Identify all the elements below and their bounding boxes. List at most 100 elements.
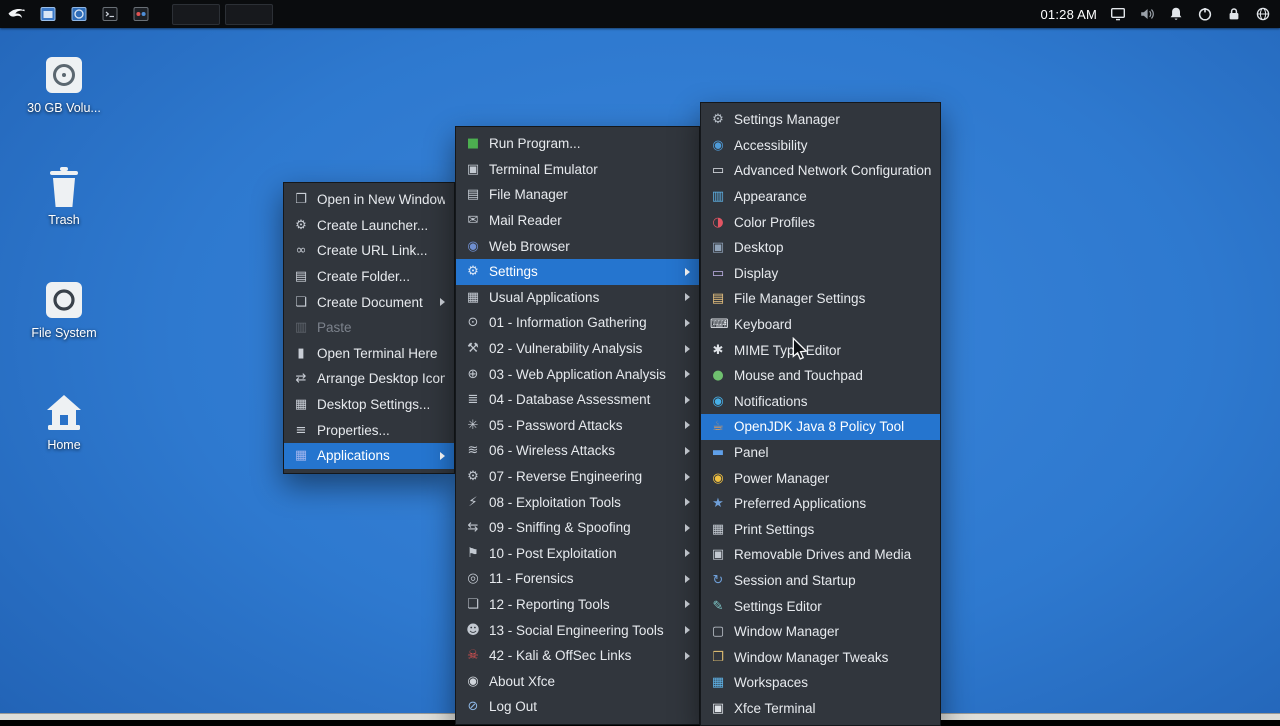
menu-item-window-manager[interactable]: ▢Window Manager <box>701 619 940 645</box>
menu-item-removable-drives-and-media[interactable]: ▣Removable Drives and Media <box>701 542 940 568</box>
reporting-tools-icon: ❏ <box>465 598 481 611</box>
menu-item-create-folder[interactable]: ▤Create Folder... <box>284 264 454 290</box>
menu-item-workspaces[interactable]: ▦Workspaces <box>701 670 940 696</box>
menu-item-label: 11 - Forensics <box>489 571 679 586</box>
panel-clock[interactable]: 01:28 AM <box>1040 7 1097 22</box>
file-system-drive-icon <box>42 277 86 323</box>
menu-item-13-social-engineering-tools[interactable]: ☻13 - Social Engineering Tools <box>456 617 699 643</box>
menu-item-05-password-attacks[interactable]: ✳05 - Password Attacks <box>456 413 699 439</box>
menu-item-label: Log Out <box>489 699 690 714</box>
menu-item-02-vulnerability-analysis[interactable]: ⚒02 - Vulnerability Analysis <box>456 336 699 362</box>
menu-item-open-terminal-here[interactable]: ▮Open Terminal Here <box>284 341 454 367</box>
menu-item-open-in-new-window[interactable]: ❐Open in New Window <box>284 187 454 213</box>
menu-item-log-out[interactable]: ⊘Log Out <box>456 694 699 720</box>
notifications-bell-icon[interactable] <box>1168 6 1184 22</box>
menu-item-04-database-assessment[interactable]: ≣04 - Database Assessment <box>456 387 699 413</box>
menu-item-terminal-emulator[interactable]: ▣ Terminal Emulator <box>456 157 699 183</box>
menu-item-session-and-startup[interactable]: ↻Session and Startup <box>701 568 940 594</box>
menu-item-web-browser[interactable]: ◉Web Browser <box>456 233 699 259</box>
menu-item-power-manager[interactable]: ◉Power Manager <box>701 465 940 491</box>
web-browser-launcher-icon[interactable] <box>69 4 89 24</box>
menu-item-print-settings[interactable]: ▦Print Settings <box>701 517 940 543</box>
web-application-analysis-icon: ⊕ <box>465 368 481 381</box>
top-panel: 01:28 AM <box>0 0 1280 28</box>
menu-item-10-post-exploitation[interactable]: ⚑10 - Post Exploitation <box>456 541 699 567</box>
menu-item-file-manager[interactable]: ▤File Manager <box>456 182 699 208</box>
menu-item-settings-manager[interactable]: ⚙Settings Manager <box>701 107 940 133</box>
menu-item-create-launcher[interactable]: ⚙Create Launcher... <box>284 213 454 239</box>
volume-icon[interactable] <box>1139 6 1155 22</box>
desktop-icon-home[interactable]: Home <box>20 389 108 452</box>
menu-item-label: Mail Reader <box>489 213 690 228</box>
menu-item-usual-applications[interactable]: ▦Usual Applications <box>456 285 699 311</box>
workspaces-icon: ▦ <box>710 676 726 689</box>
menu-item-settings-editor[interactable]: ✎Settings Editor <box>701 593 940 619</box>
terminal-launcher-icon[interactable] <box>100 4 120 24</box>
menu-item-display[interactable]: ▭Display <box>701 261 940 287</box>
taskbar-window-2[interactable] <box>225 4 273 25</box>
menu-item-create-document[interactable]: ❏Create Document <box>284 289 454 315</box>
menu-item-keyboard[interactable]: ⌨Keyboard <box>701 312 940 338</box>
menu-item-label: Terminal Emulator <box>489 162 690 177</box>
submenu-arrow-icon <box>685 652 690 660</box>
menu-item-mail-reader[interactable]: ✉Mail Reader <box>456 208 699 234</box>
menu-item-label: Arrange Desktop Icons <box>317 371 445 386</box>
menu-item-11-forensics[interactable]: ◎ 11 - Forensics <box>456 566 699 592</box>
network-globe-icon[interactable] <box>1255 6 1271 22</box>
menu-item-advanced-network-configuration[interactable]: ▭Advanced Network Configuration <box>701 158 940 184</box>
taskbar-window-1[interactable] <box>172 4 220 25</box>
menu-item-color-profiles[interactable]: ◑Color Profiles <box>701 209 940 235</box>
power-icon[interactable] <box>1197 6 1213 22</box>
menu-item-properties[interactable]: ≡ Properties... <box>284 417 454 443</box>
desktop-icon-30gb-volume[interactable]: 30 GB Volu... <box>20 52 108 115</box>
run-program-icon: ■ <box>465 137 481 150</box>
menu-item-panel[interactable]: ▬Panel <box>701 440 940 466</box>
menu-item-mouse-and-touchpad[interactable]: ●Mouse and Touchpad <box>701 363 940 389</box>
menu-item-openjdk-java-8-policy-tool[interactable]: ☕OpenJDK Java 8 Policy Tool <box>701 414 940 440</box>
menu-item-applications[interactable]: ▦Applications <box>284 443 454 469</box>
menu-item-12-reporting-tools[interactable]: ❏12 - Reporting Tools <box>456 592 699 618</box>
menu-item-desktop[interactable]: ▣Desktop <box>701 235 940 261</box>
text-editor-launcher-icon[interactable] <box>131 4 151 24</box>
submenu-arrow-icon <box>685 549 690 557</box>
menu-item-label: 01 - Information Gathering <box>489 315 679 330</box>
password-attacks-icon: ✳ <box>465 419 481 432</box>
menu-item-arrange-desktop-icons[interactable]: ⇄Arrange Desktop Icons <box>284 366 454 392</box>
lock-icon[interactable] <box>1226 6 1242 22</box>
menu-item-notifications[interactable]: ◉Notifications <box>701 389 940 415</box>
menu-item-file-manager-settings[interactable]: ▤File Manager Settings <box>701 286 940 312</box>
menu-item-01-information-gathering[interactable]: ⊙01 - Information Gathering <box>456 310 699 336</box>
menu-item-08-exploitation-tools[interactable]: ⚡08 - Exploitation Tools <box>456 489 699 515</box>
display-icon[interactable] <box>1110 6 1126 22</box>
menu-item-about-xfce[interactable]: ◉About Xfce <box>456 668 699 694</box>
menu-item-mime-type-editor[interactable]: ✱MIME Type Editor <box>701 337 940 363</box>
menu-item-appearance[interactable]: ▥Appearance <box>701 184 940 210</box>
properties-icon: ≡ <box>293 424 309 437</box>
menu-item-42-kali-offsec-links[interactable]: ☠42 - Kali & OffSec Links <box>456 643 699 669</box>
desktop-icon-file-system[interactable]: File System <box>20 277 108 340</box>
menu-item-xfce-terminal[interactable]: ▣Xfce Terminal <box>701 696 940 722</box>
terminal-emulator-icon: ▣ <box>465 163 481 176</box>
file-manager-icon: ▤ <box>465 188 481 201</box>
file-manager-launcher-icon[interactable] <box>38 4 58 24</box>
menu-item-07-reverse-engineering[interactable]: ⚙07 - Reverse Engineering <box>456 464 699 490</box>
menu-item-run-program[interactable]: ■Run Program... <box>456 131 699 157</box>
menu-item-label: Properties... <box>317 423 445 438</box>
desktop-icon-trash[interactable]: Trash <box>20 164 108 227</box>
menu-item-06-wireless-attacks[interactable]: ≋06 - Wireless Attacks <box>456 438 699 464</box>
menu-item-03-web-application-analysis[interactable]: ⊕03 - Web Application Analysis <box>456 361 699 387</box>
create-url-link-icon: ∞ <box>293 244 309 257</box>
menu-item-accessibility[interactable]: ◉Accessibility <box>701 133 940 159</box>
settings-gear-icon: ⚙ <box>465 265 481 278</box>
accessibility-icon: ◉ <box>710 139 726 152</box>
menu-item-09-sniffing-spoofing[interactable]: ⇆09 - Sniffing & Spoofing <box>456 515 699 541</box>
menu-item-settings[interactable]: ⚙Settings <box>456 259 699 285</box>
menu-item-label: Power Manager <box>734 471 931 486</box>
forensics-icon: ◎ <box>465 572 481 585</box>
menu-item-desktop-settings[interactable]: ▦Desktop Settings... <box>284 392 454 418</box>
menu-item-create-url-link[interactable]: ∞Create URL Link... <box>284 238 454 264</box>
menu-item-window-manager-tweaks[interactable]: ❐Window Manager Tweaks <box>701 644 940 670</box>
menu-item-preferred-applications[interactable]: ★Preferred Applications <box>701 491 940 517</box>
kali-menu-icon[interactable] <box>7 4 27 24</box>
menu-item-label: Mouse and Touchpad <box>734 368 931 383</box>
